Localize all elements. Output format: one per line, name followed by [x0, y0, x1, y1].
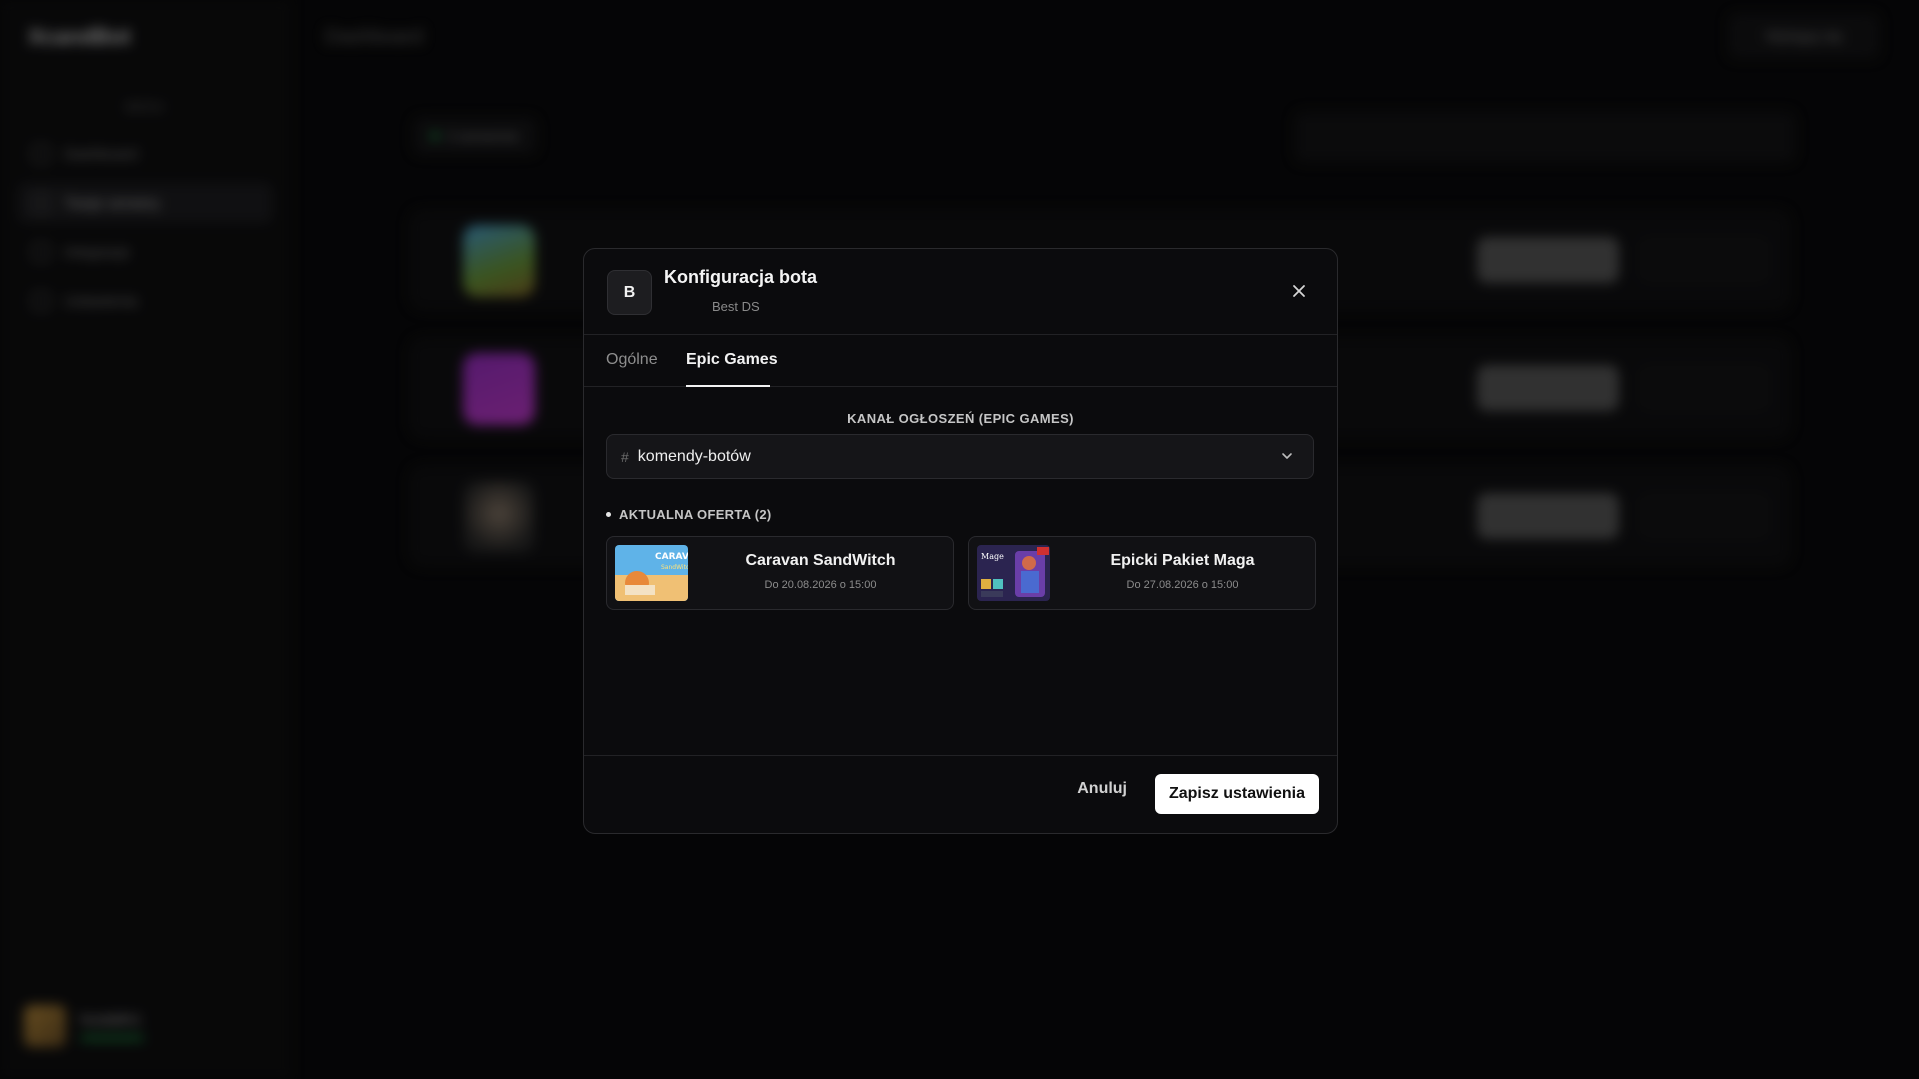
svg-text:Mage: Mage [981, 552, 1004, 561]
svg-text:CARAVAN: CARAVAN [655, 552, 688, 562]
offer-card[interactable]: CARAVAN SandWitch Caravan SandWitch Do 2… [606, 536, 954, 610]
offer-card[interactable]: Mage Epicki Pakiet Maga Do 27.08.2026 o … [968, 536, 1316, 610]
tab-general[interactable]: Ogólne [606, 351, 658, 369]
offers-label-text: AKTUALNA OFERTA (2) [619, 507, 772, 522]
offer-date: Do 20.08.2026 o 15:00 [764, 579, 877, 591]
modal-title: Konfiguracja bota [664, 267, 818, 287]
server-badge: B [607, 270, 652, 315]
offer-name: Caravan SandWitch [745, 552, 896, 569]
svg-text:SandWitch: SandWitch [661, 564, 688, 571]
offer-date: Do 27.08.2026 o 15:00 [1126, 579, 1239, 591]
channel-select-value: komendy-botów [637, 447, 751, 465]
chevron-down-icon [1282, 453, 1292, 459]
bot-config-modal: B Konfiguracja bota Best DS Ogólne Epic … [583, 248, 1338, 834]
bullet-icon [606, 512, 611, 517]
tab-epic-games[interactable]: Epic Games [686, 351, 778, 369]
offer-name: Epicki Pakiet Maga [1110, 552, 1255, 569]
active-tab-indicator [686, 385, 770, 387]
cancel-button[interactable]: Anuluj [1077, 780, 1127, 798]
game-thumbnail: Mage [977, 545, 1050, 601]
offers-section-label: AKTUALNA OFERTA (2) [606, 507, 772, 522]
modal-tabs: Ogólne Epic Games [584, 335, 1337, 387]
save-button[interactable]: Zapisz ustawienia [1155, 774, 1319, 814]
modal-subtitle: Best DS [712, 299, 760, 314]
channel-select[interactable]: # komendy-botów [606, 434, 1314, 479]
modal-header: B Konfiguracja bota Best DS [584, 249, 1337, 335]
modal-footer: Anuluj Zapisz ustawienia [584, 755, 1337, 833]
channel-section-label: KANAŁ OGŁOSZEŃ (EPIC GAMES) [847, 411, 1074, 426]
game-thumbnail: CARAVAN SandWitch [615, 545, 688, 601]
close-icon[interactable] [1289, 281, 1309, 301]
hash-icon: # [621, 448, 629, 465]
